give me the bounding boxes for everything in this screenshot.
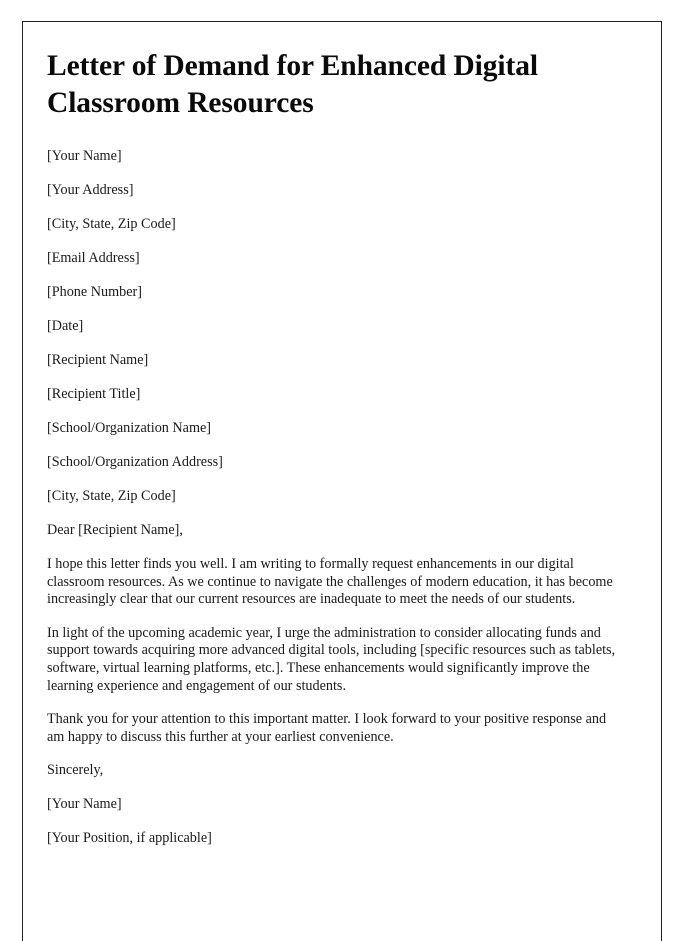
recipient-address-block: [Recipient Name] [Recipient Title] [Scho… <box>47 352 619 505</box>
page-title: Letter of Demand for Enhanced Digital Cl… <box>47 50 538 119</box>
sender-address-block: [Your Name] [Your Address] [City, State,… <box>47 148 619 301</box>
recipient-city-state-zip-field: [City, State, Zip Code] <box>47 488 176 504</box>
sender-address-field: [Your Address] <box>47 182 134 198</box>
document-content: Letter of Demand for Enhanced Digital Cl… <box>47 48 619 864</box>
sender-city-state-zip-field: [City, State, Zip Code] <box>47 216 176 232</box>
body-paragraph-1: I hope this letter finds you well. I am … <box>47 556 613 608</box>
recipient-title-field: [Recipient Title] <box>47 386 141 402</box>
date-field: [Date] <box>47 318 84 334</box>
organization-address-field: [School/Organization Address] <box>47 454 223 470</box>
body-paragraph-2: In light of the upcoming academic year, … <box>47 624 616 694</box>
document-page: Letter of Demand for Enhanced Digital Cl… <box>22 21 662 941</box>
organization-name-field: [School/Organization Name] <box>47 420 212 436</box>
closing-line: Sincerely, <box>47 762 104 779</box>
sender-phone-field: [Phone Number] <box>47 284 142 300</box>
body-paragraph-3: Thank you for your attention to this imp… <box>47 711 607 745</box>
sender-name-field: [Your Name] <box>47 148 122 164</box>
letter-body: I hope this letter finds you well. I am … <box>47 556 619 746</box>
recipient-name-field: [Recipient Name] <box>47 352 149 368</box>
salutation-line: Dear [Recipient Name], <box>47 522 183 538</box>
signature-name-field: [Your Name] <box>47 796 122 813</box>
sender-email-field: [Email Address] <box>47 250 140 266</box>
signature-position-field: [Your Position, if applicable] <box>47 830 212 847</box>
signature-block: [Your Name] [Your Position, if applicabl… <box>47 796 619 847</box>
